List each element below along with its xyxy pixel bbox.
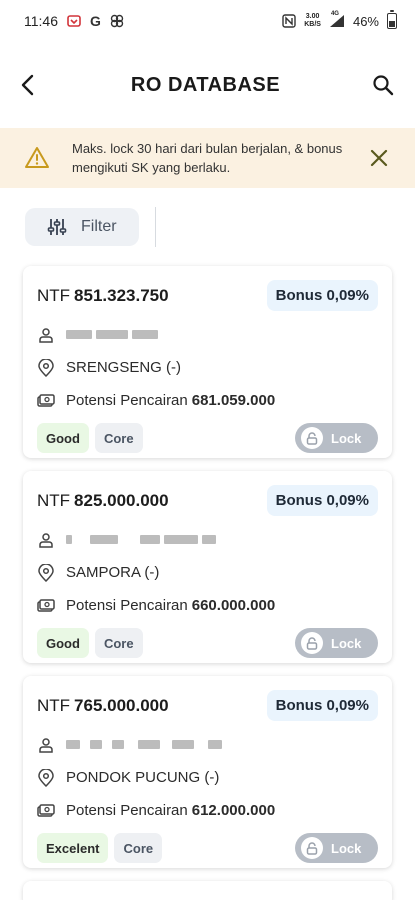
potensi-row: Potensi Pencairan 612.000.000 — [37, 794, 378, 827]
google-icon: G — [90, 13, 101, 29]
nfc-icon — [282, 14, 296, 28]
status-time: 11:46 — [24, 13, 58, 29]
divider — [155, 207, 156, 247]
location-pin-icon — [37, 768, 55, 787]
potensi-text: Potensi Pencairan 681.059.000 — [66, 392, 276, 409]
location-text: SAMPORA (-) — [66, 564, 160, 581]
person-icon — [37, 532, 55, 548]
filter-button[interactable]: Filter — [25, 208, 139, 246]
signal-icon: 4G — [329, 11, 345, 28]
location-pin-icon — [37, 358, 55, 377]
ro-card-partial[interactable] — [23, 881, 392, 900]
status-tag: Good — [37, 423, 89, 453]
close-icon[interactable] — [365, 144, 393, 172]
gallery-notification-icon — [67, 14, 81, 28]
search-icon[interactable] — [369, 71, 397, 99]
type-tag: Core — [94, 628, 143, 658]
location-row: PONDOK PUCUNG (-) — [37, 761, 378, 794]
customer-name-row — [37, 318, 378, 351]
filter-label: Filter — [81, 218, 117, 235]
bonus-badge: Bonus 0,09% — [266, 690, 378, 721]
potensi-row: Potensi Pencairan 681.059.000 — [37, 384, 378, 417]
masked-customer-name — [66, 330, 158, 339]
potensi-text: Potensi Pencairan 660.000.000 — [66, 597, 276, 614]
type-tag: Core — [114, 833, 163, 863]
ro-card[interactable]: NTF 851.323.750 Bonus 0,09% SRENGSENG (-)… — [23, 266, 392, 458]
ntf-value: NTF 825.000.000 — [37, 491, 169, 510]
sliders-icon — [47, 217, 67, 237]
unlock-icon — [301, 837, 323, 859]
lock-button[interactable]: Lock — [295, 628, 378, 658]
lock-label: Lock — [331, 635, 362, 651]
location-pin-icon — [37, 563, 55, 582]
ro-card[interactable]: NTF 765.000.000 Bonus 0,09% PONDOK PUCUNG… — [23, 676, 392, 868]
back-icon[interactable] — [14, 71, 42, 99]
bonus-badge: Bonus 0,09% — [266, 485, 378, 516]
battery-icon — [387, 10, 397, 29]
masked-customer-name — [66, 535, 216, 544]
location-text: PONDOK PUCUNG (-) — [66, 769, 220, 786]
status-tag: Excelent — [37, 833, 109, 863]
potensi-row: Potensi Pencairan 660.000.000 — [37, 589, 378, 622]
unlock-icon — [301, 632, 323, 654]
location-row: SAMPORA (-) — [37, 556, 378, 589]
status-bar: 11:46 G 3.00 KB/S 4G 46% — [0, 0, 415, 42]
unlock-icon — [301, 427, 323, 449]
lock-button[interactable]: Lock — [295, 423, 378, 453]
app-bar: RO DATABASE — [0, 42, 415, 128]
lock-button[interactable]: Lock — [295, 833, 378, 863]
location-row: SRENGSENG (-) — [37, 351, 378, 384]
network-speed: 3.00 KB/S — [304, 13, 321, 28]
ro-card[interactable]: NTF 825.000.000 Bonus 0,09% SAMPORA (-) P… — [23, 471, 392, 663]
cash-icon — [37, 803, 55, 818]
warning-icon — [24, 146, 50, 170]
bonus-badge: Bonus 0,09% — [266, 280, 378, 311]
person-icon — [37, 737, 55, 753]
lock-label: Lock — [331, 840, 362, 856]
card-list: NTF 851.323.750 Bonus 0,09% SRENGSENG (-)… — [0, 266, 415, 900]
cash-icon — [37, 598, 55, 613]
cash-icon — [37, 393, 55, 408]
ntf-value: NTF 765.000.000 — [37, 696, 169, 715]
masked-customer-name — [66, 740, 222, 749]
customer-name-row — [37, 728, 378, 761]
page-title: RO DATABASE — [130, 73, 281, 96]
status-tag: Good — [37, 628, 89, 658]
type-tag: Core — [94, 423, 143, 453]
pinwheel-icon — [110, 14, 124, 28]
person-icon — [37, 327, 55, 343]
lock-label: Lock — [331, 430, 362, 446]
filter-row: Filter — [0, 188, 415, 266]
potensi-text: Potensi Pencairan 612.000.000 — [66, 802, 276, 819]
ntf-value: NTF 851.323.750 — [37, 286, 169, 305]
notice-text: Maks. lock 30 hari dari bulan berjalan, … — [72, 141, 343, 175]
battery-percent: 46% — [352, 13, 379, 29]
notice-banner: Maks. lock 30 hari dari bulan berjalan, … — [0, 128, 415, 188]
location-text: SRENGSENG (-) — [66, 359, 182, 376]
customer-name-row — [37, 523, 378, 556]
